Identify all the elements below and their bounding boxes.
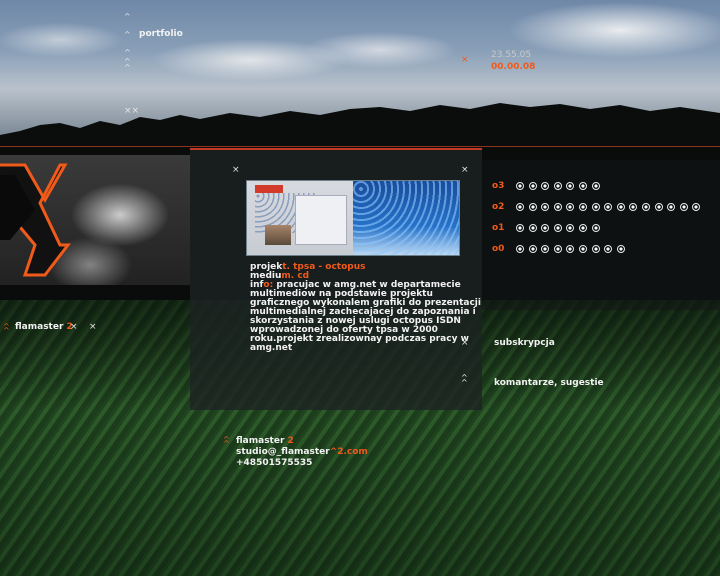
level-marker[interactable] (679, 203, 688, 211)
logo-panel (0, 155, 190, 285)
close-icon[interactable]: × (461, 166, 469, 175)
link-subscription[interactable]: subskrypcja (494, 338, 555, 349)
level-marker[interactable] (528, 224, 537, 232)
level-marker[interactable] (553, 182, 562, 190)
level-marker[interactable] (591, 245, 600, 253)
level-marker[interactable] (591, 203, 600, 211)
level-marker[interactable] (616, 245, 625, 253)
close-icon[interactable]: × (232, 166, 240, 175)
level-marker[interactable] (642, 203, 650, 211)
level-label: o3 (492, 181, 505, 191)
level-marker[interactable] (591, 224, 600, 232)
contact-name: flamaster 2 (236, 436, 294, 446)
level-marker[interactable] (528, 203, 537, 211)
level-marker[interactable] (654, 203, 663, 211)
level-marker[interactable] (516, 245, 524, 253)
level-marker[interactable] (553, 224, 562, 232)
level-marker[interactable] (528, 245, 537, 253)
thumbnail-page-right (353, 181, 459, 255)
close-pair-icon[interactable]: ×× (124, 107, 139, 116)
project-thumbnail[interactable] (246, 180, 460, 256)
time-display: 00.00.08 (491, 62, 536, 72)
level-marker[interactable] (553, 245, 562, 253)
close-icon[interactable]: × (461, 56, 469, 65)
thumbnail-page-left (247, 181, 353, 255)
level-marker[interactable] (579, 203, 587, 211)
level-label: o2 (492, 202, 505, 212)
level-marker[interactable] (516, 182, 524, 190)
nav-portfolio[interactable]: portfolio (139, 29, 183, 40)
project-info-line: amg.net (250, 343, 293, 353)
level-label: o0 (492, 244, 505, 254)
link-comments[interactable]: komantarze, sugestie (494, 378, 604, 389)
level-marker[interactable] (553, 203, 562, 211)
sidebar-brand[interactable]: flamaster 2 (15, 322, 73, 333)
caret-up-icon[interactable]: ^ (124, 49, 131, 57)
level-label: o1 (492, 223, 505, 233)
level-marker[interactable] (516, 203, 524, 211)
flamaster-x-logo (0, 163, 72, 277)
level-marker[interactable] (591, 182, 600, 190)
close-icon[interactable]: × (70, 323, 78, 332)
close-icon[interactable]: × (89, 323, 97, 332)
contact-phone: +48501575535 (236, 458, 313, 468)
level-marker[interactable] (579, 245, 587, 253)
level-marker[interactable] (616, 203, 625, 211)
contact-email[interactable]: studio@_flamaster^2.com (236, 447, 368, 458)
caret-up-icon[interactable]: ^ (124, 31, 131, 39)
date-display: 23.55.05 (491, 50, 532, 60)
caret-up-icon[interactable]: ^ (124, 13, 131, 21)
level-marker[interactable] (516, 224, 524, 232)
accent-line (0, 146, 720, 147)
level-marker[interactable] (579, 182, 587, 190)
level-marker[interactable] (579, 224, 587, 232)
level-marker[interactable] (528, 182, 537, 190)
double-caret-icon[interactable]: ^ (124, 64, 131, 72)
close-icon[interactable]: × (461, 339, 469, 348)
